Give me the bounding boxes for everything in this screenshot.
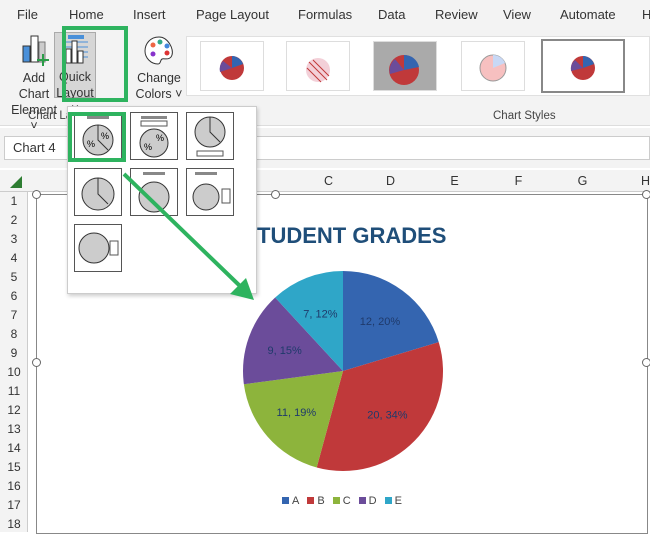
row-headers: 1 2 3 4 5 6 7 8 9 10 11 12 13 14 15 16 17 18 — [0, 192, 28, 532]
data-label: 11, 19% — [277, 407, 317, 419]
row-header[interactable]: 6 — [0, 289, 28, 303]
column-header[interactable]: C — [297, 174, 360, 188]
legend-swatch — [384, 497, 392, 504]
row-header[interactable]: 7 — [0, 308, 28, 322]
pie-layout-icon — [78, 232, 119, 264]
menu-data[interactable]: Data — [378, 7, 405, 22]
data-label: 9, 15% — [268, 345, 302, 357]
column-header[interactable]: H — [614, 174, 650, 188]
menu-automate[interactable]: Automate — [560, 7, 616, 22]
row-header[interactable]: 16 — [0, 479, 28, 493]
chart-styles-group-label: Chart Styles — [493, 110, 556, 122]
layout-2[interactable]: %% — [130, 112, 178, 160]
pie-layout-icon: %% — [139, 116, 169, 158]
pie-layout-icon — [138, 172, 170, 213]
resize-handle[interactable] — [32, 190, 41, 199]
menu-formulas[interactable]: Formulas — [298, 7, 352, 22]
svg-text:%: % — [144, 142, 152, 152]
data-label: 12, 20% — [360, 316, 401, 328]
name-box[interactable]: Chart 4 — [4, 136, 68, 160]
chart-styles-gallery — [186, 36, 650, 96]
change-colors-button[interactable]: Change Colors ˅ — [132, 34, 186, 102]
legend-label: A — [292, 495, 300, 507]
menu-home[interactable]: Home — [69, 7, 104, 22]
layout-7[interactable] — [74, 224, 122, 272]
legend-label: B — [317, 495, 325, 507]
layout-1-highlight — [68, 112, 126, 162]
row-header[interactable]: 17 — [0, 498, 28, 512]
row-header[interactable]: 5 — [0, 270, 28, 284]
legend-swatch — [358, 497, 366, 504]
legend-entry[interactable]: C — [332, 495, 351, 507]
pie-layout-icon — [194, 116, 226, 157]
resize-handle[interactable] — [32, 358, 41, 367]
change-colors-label: Change — [137, 71, 181, 85]
row-header[interactable]: 3 — [0, 232, 28, 246]
row-header[interactable]: 1 — [0, 194, 28, 208]
column-header[interactable]: G — [551, 174, 614, 188]
row-header[interactable]: 11 — [0, 384, 28, 398]
row-header[interactable]: 4 — [0, 251, 28, 265]
menu-bar: File Home Insert Page Layout Formulas Da… — [0, 0, 650, 28]
legend-entry[interactable]: E — [384, 495, 402, 507]
layout-6[interactable] — [186, 168, 234, 216]
column-header[interactable]: F — [487, 174, 550, 188]
palette-icon — [144, 36, 173, 65]
row-header[interactable]: 10 — [0, 365, 28, 379]
layout-4[interactable] — [74, 168, 122, 216]
row-header[interactable]: 9 — [0, 346, 28, 360]
menu-page-layout[interactable]: Page Layout — [196, 7, 269, 22]
legend-entry[interactable]: B — [307, 495, 325, 507]
select-all-icon[interactable] — [10, 176, 22, 188]
quick-layout-highlight — [62, 26, 128, 102]
legend-swatch — [307, 497, 315, 504]
column-header[interactable]: D — [359, 174, 422, 188]
add-chart-icon — [22, 35, 49, 66]
menu-view[interactable]: View — [503, 7, 531, 22]
chart-style-3[interactable] — [373, 41, 437, 91]
row-header[interactable]: 15 — [0, 460, 28, 474]
pie-layout-icon — [81, 177, 115, 211]
resize-handle[interactable] — [642, 190, 650, 199]
chart-style-5-selected[interactable] — [541, 39, 625, 93]
row-header[interactable]: 12 — [0, 403, 28, 417]
row-header[interactable]: 13 — [0, 422, 28, 436]
layout-3[interactable] — [186, 112, 234, 160]
data-label: 20, 34% — [367, 409, 408, 421]
row-header[interactable]: 18 — [0, 517, 28, 531]
row-header[interactable]: 2 — [0, 213, 28, 227]
row-header[interactable]: 14 — [0, 441, 28, 455]
chart-style-2[interactable] — [286, 41, 350, 91]
legend-label: E — [394, 495, 402, 507]
layout-5[interactable] — [130, 168, 178, 216]
legend-swatch — [332, 497, 340, 504]
data-label: 7, 12% — [303, 308, 337, 320]
formula-input[interactable] — [256, 136, 650, 160]
pie-layout-icon — [192, 172, 231, 211]
menu-insert[interactable]: Insert — [133, 7, 166, 22]
row-header[interactable]: 8 — [0, 327, 28, 341]
legend-label: C — [342, 495, 351, 507]
resize-handle[interactable] — [642, 358, 650, 367]
legend-entry[interactable]: D — [358, 495, 377, 507]
menu-help[interactable]: H — [642, 7, 650, 22]
legend-swatch — [282, 497, 290, 504]
chart-layouts-group-label: Chart La — [28, 110, 73, 122]
menu-file[interactable]: File — [17, 7, 38, 22]
column-header[interactable]: E — [423, 174, 486, 188]
chart-style-1[interactable] — [200, 41, 264, 91]
chart-legend[interactable]: A B C D E — [37, 495, 647, 507]
legend-label: D — [368, 495, 377, 507]
change-colors-label-2: Colors ˅ — [135, 87, 183, 101]
menu-review[interactable]: Review — [435, 7, 478, 22]
legend-entry[interactable]: A — [282, 495, 299, 507]
resize-handle[interactable] — [271, 190, 280, 199]
chart-style-4[interactable] — [461, 41, 525, 91]
svg-text:%: % — [156, 133, 164, 143]
